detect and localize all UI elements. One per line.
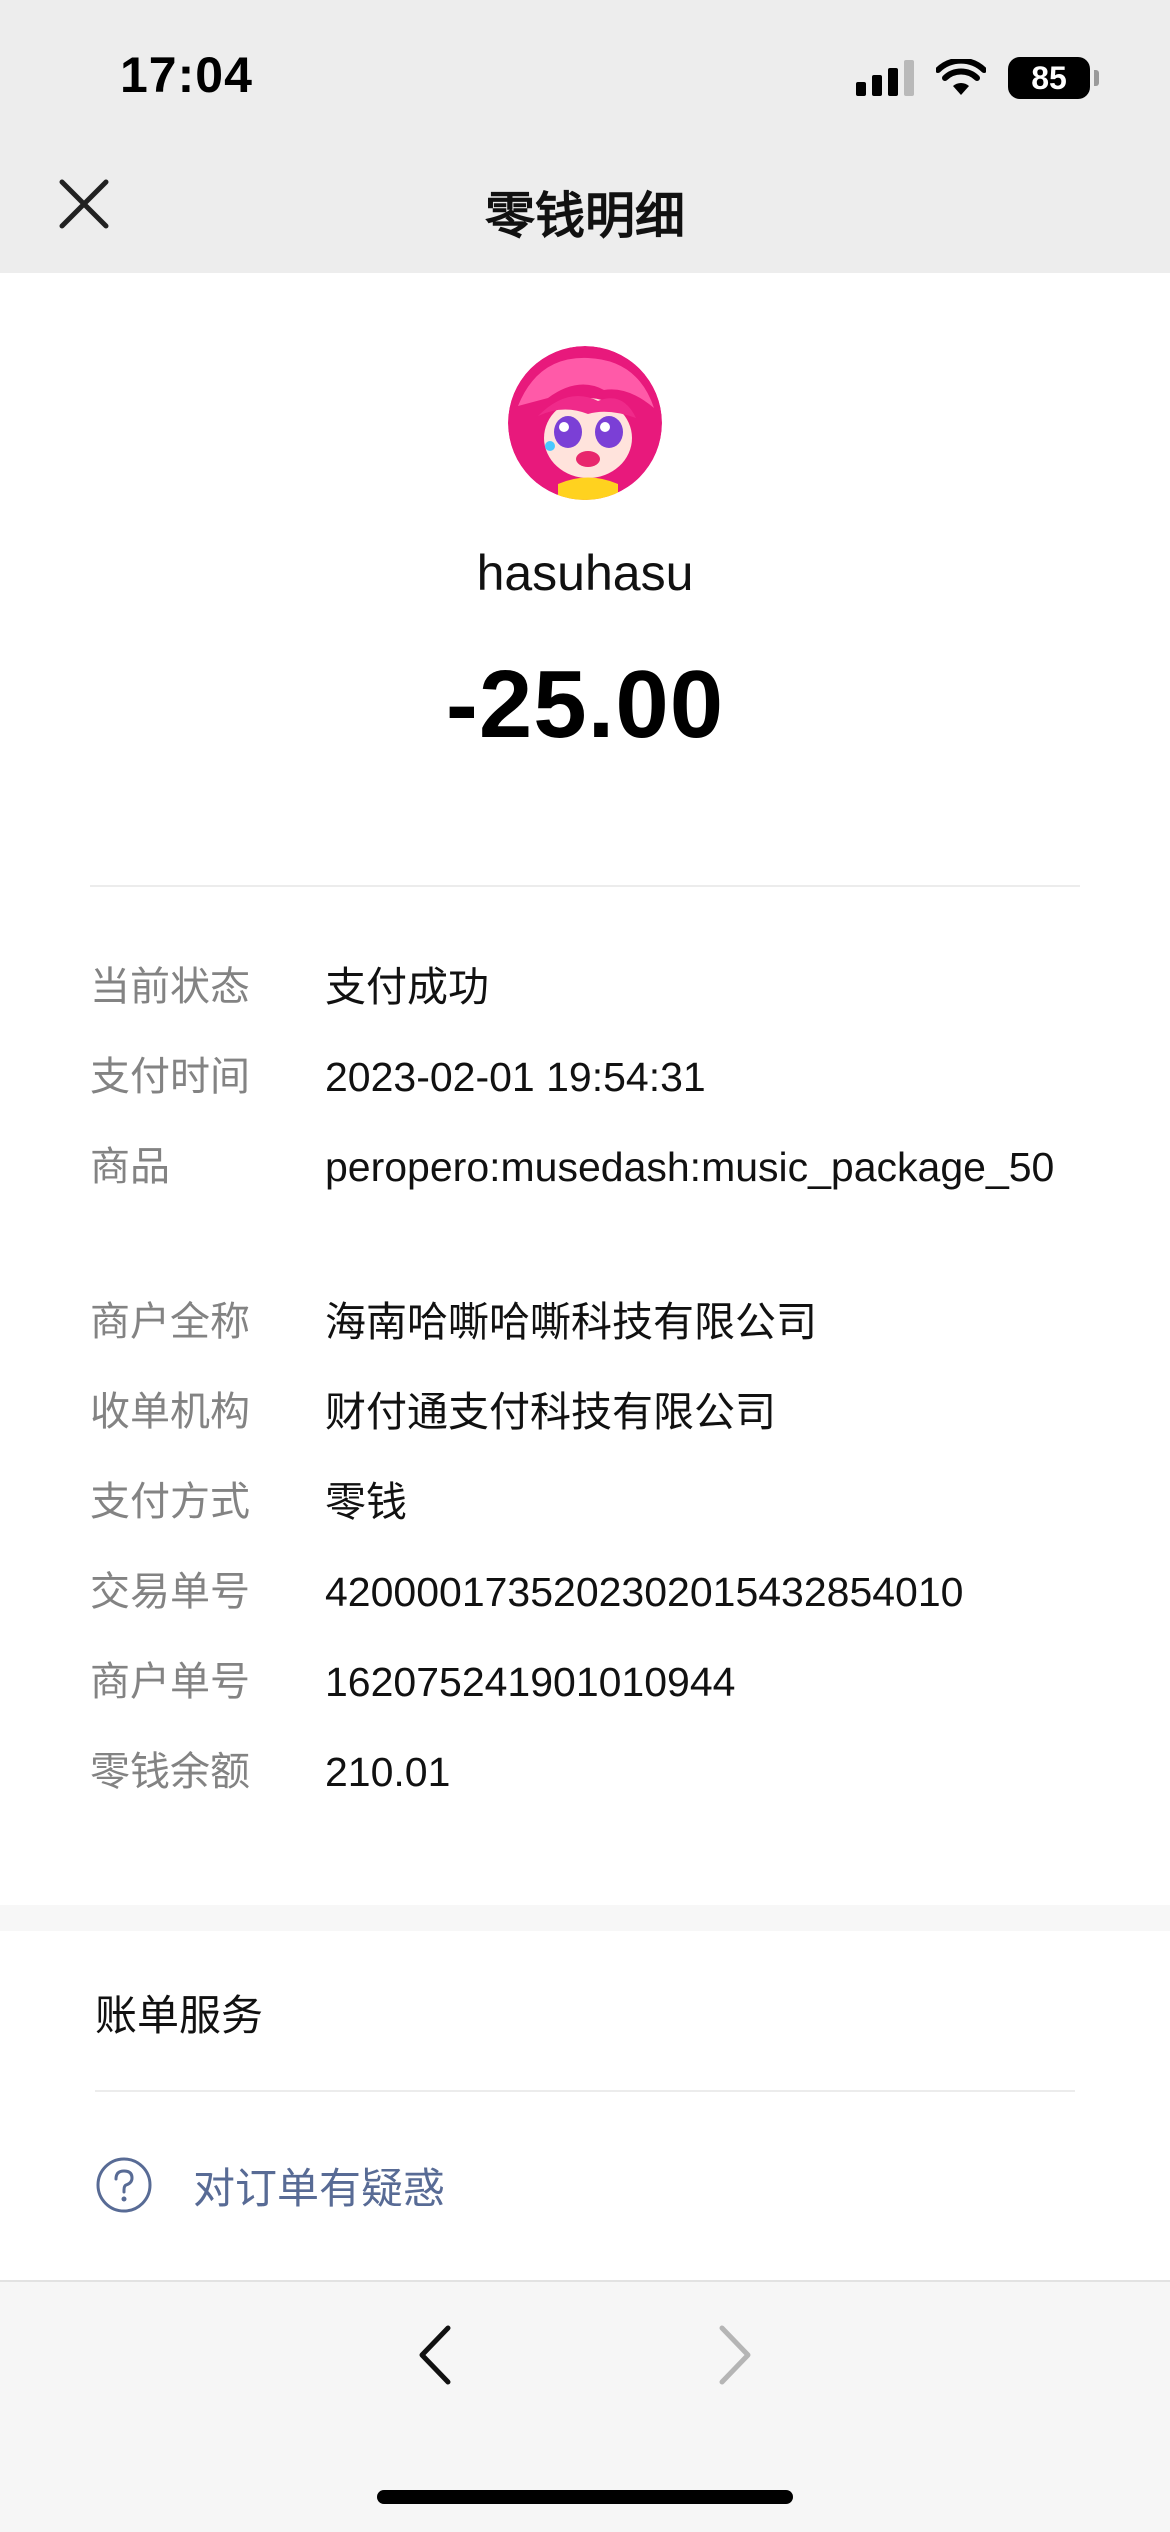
status-icons: 85: [856, 56, 1099, 100]
question-circle-icon: [96, 2157, 152, 2213]
status-time: 17:04: [120, 47, 253, 103]
battery-level: 85: [1031, 59, 1067, 96]
bill-services-title: 账单服务: [95, 1992, 264, 2039]
chevron-left-icon[interactable]: [410, 2320, 460, 2390]
wifi-icon: [936, 59, 986, 95]
detail-label: 零钱余额: [90, 1750, 250, 1794]
detail-label: 交易单号: [90, 1570, 250, 1614]
detail-value[interactable]: 162075241901010944: [325, 1650, 1105, 1715]
section-separator: [0, 1905, 1170, 1931]
detail-label: 支付方式: [90, 1480, 250, 1524]
detail-label: 商户单号: [90, 1660, 250, 1704]
detail-value: 支付成功: [325, 964, 489, 1010]
detail-value: 零钱: [325, 1479, 407, 1525]
signal-icon: [856, 60, 914, 96]
top-header-area: 17:04 85 零钱明细: [0, 0, 1170, 273]
detail-label: 当前状态: [90, 965, 250, 1009]
payee-avatar: [508, 346, 662, 500]
transaction-amount: -25.00: [445, 651, 725, 758]
chevron-right-icon[interactable]: [710, 2320, 760, 2390]
order-question-label: 对订单有疑惑: [193, 2164, 446, 2212]
battery-icon: 85: [1008, 57, 1099, 99]
detail-label: 收单机构: [90, 1390, 250, 1434]
detail-value: 210.01: [325, 1749, 451, 1795]
order-question-link[interactable]: 对订单有疑惑: [95, 2150, 445, 2220]
detail-value[interactable]: 4200001735202302015432854010: [325, 1560, 1105, 1625]
detail-label: 支付时间: [90, 1055, 250, 1099]
detail-label: 商品: [90, 1145, 170, 1189]
divider: [95, 2090, 1075, 2092]
detail-value: peropero:musedash:music_package_50: [325, 1144, 1055, 1190]
screen: 17:04 85 零钱明细 hasuhasu -25.00 当前状态 支付成功 …: [0, 0, 1170, 2532]
home-indicator[interactable]: [377, 2490, 793, 2504]
payee-name: hasuhasu: [476, 545, 694, 601]
detail-value: 2023-02-01 19:54:31: [325, 1054, 706, 1100]
detail-value: 财付通支付科技有限公司: [325, 1389, 776, 1435]
divider: [90, 885, 1080, 887]
detail-label: 商户全称: [90, 1300, 250, 1344]
page-title: 零钱明细: [485, 188, 685, 244]
detail-value: 海南哈嘶哈嘶科技有限公司: [325, 1299, 817, 1345]
